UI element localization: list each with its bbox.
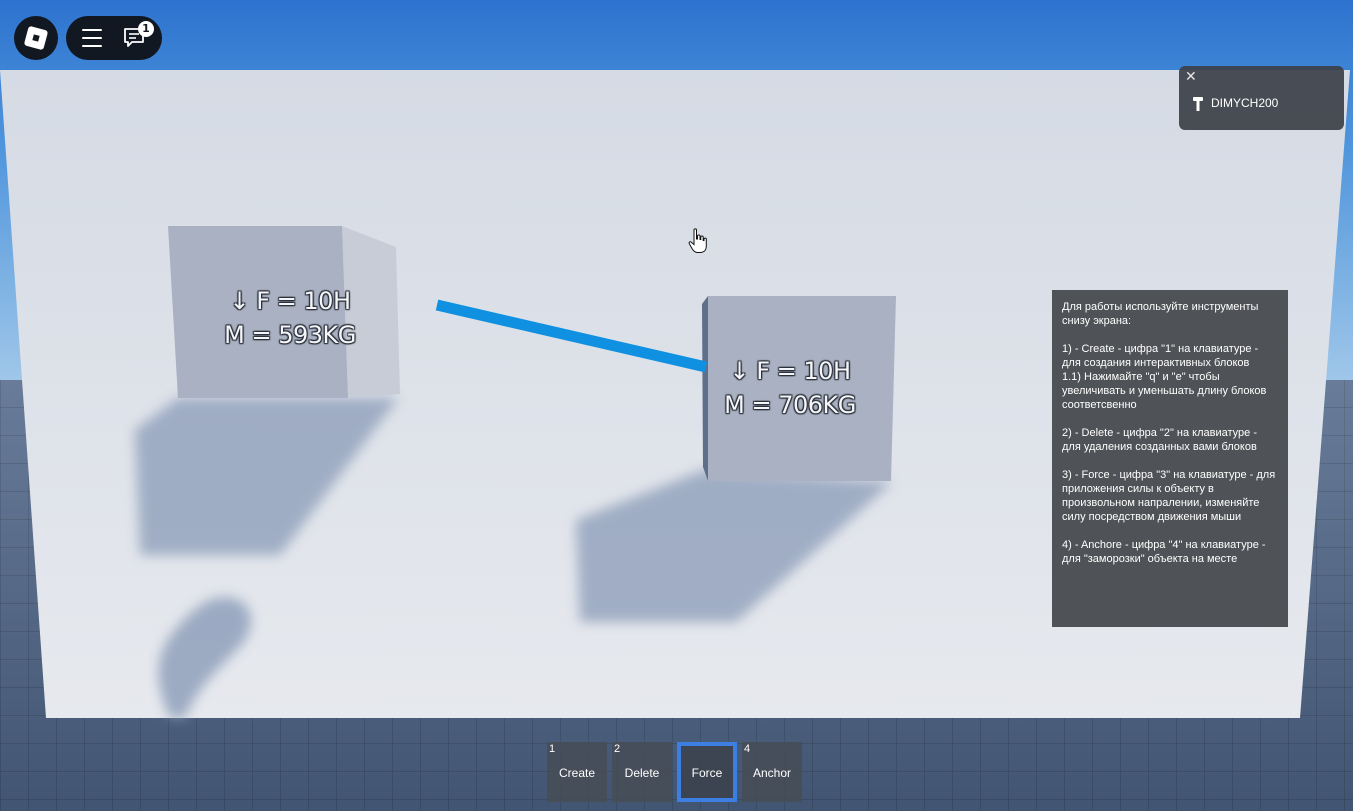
player-username[interactable]: DIMYCH200 bbox=[1211, 95, 1278, 111]
cube-1-label: ↓ F = 10H M = 593KG bbox=[220, 284, 360, 352]
player-list-panel: ✕ DIMYCH200 bbox=[1179, 66, 1344, 130]
slot-number: 1 bbox=[549, 743, 556, 755]
instructions-create: 1) - Create - цифра "1" на клавиатуре - … bbox=[1062, 343, 1259, 369]
instructions-delete: 2) - Delete - цифра "2" на клавиатуре - … bbox=[1062, 427, 1257, 453]
instructions-force: 3) - Force - цифра "3" на клавиатуре - д… bbox=[1062, 469, 1276, 523]
slot-label: Delete bbox=[624, 766, 660, 780]
menu-chat-pill: 1 bbox=[66, 16, 162, 60]
instructions-anchor: 4) - Anchore - цифра "4" на клавиатуре -… bbox=[1062, 539, 1266, 565]
slot-label: Anchor bbox=[752, 766, 792, 780]
slot-label: Force bbox=[691, 766, 723, 780]
hotbar-slot-anchor[interactable]: 4 Anchor bbox=[742, 742, 802, 802]
hotbar-slot-create[interactable]: 1 Create bbox=[547, 742, 607, 802]
tool-hotbar: 1 Create 2 Delete Force 4 Anchor bbox=[546, 742, 806, 804]
instructions-create-sub: 1.1) Нажимайте "q" и "e" чтобы увеличива… bbox=[1062, 371, 1267, 411]
hotbar-slot-force[interactable]: Force bbox=[677, 742, 737, 802]
developer-hammer-icon bbox=[1193, 97, 1203, 111]
roblox-logo-icon bbox=[23, 25, 49, 51]
cube-1-mass: M = 593KG bbox=[224, 321, 356, 349]
top-bar: 1 bbox=[0, 0, 1353, 70]
cube-2-force: ↓ F = 10H bbox=[729, 357, 852, 385]
hotbar-slot-delete[interactable]: 2 Delete bbox=[612, 742, 672, 802]
close-icon[interactable]: ✕ bbox=[1185, 70, 1197, 84]
hamburger-menu-icon[interactable] bbox=[82, 29, 102, 47]
slot-number: 4 bbox=[744, 743, 751, 755]
chat-notification-badge: 1 bbox=[138, 21, 154, 37]
cube-2-mass: M = 706KG bbox=[724, 391, 856, 419]
slot-label: Create bbox=[558, 766, 596, 780]
cube-1-force: ↓ F = 10H bbox=[229, 287, 352, 315]
roblox-menu-button[interactable] bbox=[14, 16, 58, 60]
slot-number: 2 bbox=[614, 743, 621, 755]
instructions-panel: Для работы используйте инструменты снизу… bbox=[1052, 290, 1288, 627]
hand-cursor-icon bbox=[688, 228, 707, 253]
instructions-intro: Для работы используйте инструменты снизу… bbox=[1062, 301, 1259, 327]
cube-2-label: ↓ F = 10H M = 706KG bbox=[720, 354, 860, 422]
connector-beam-line bbox=[435, 299, 708, 373]
